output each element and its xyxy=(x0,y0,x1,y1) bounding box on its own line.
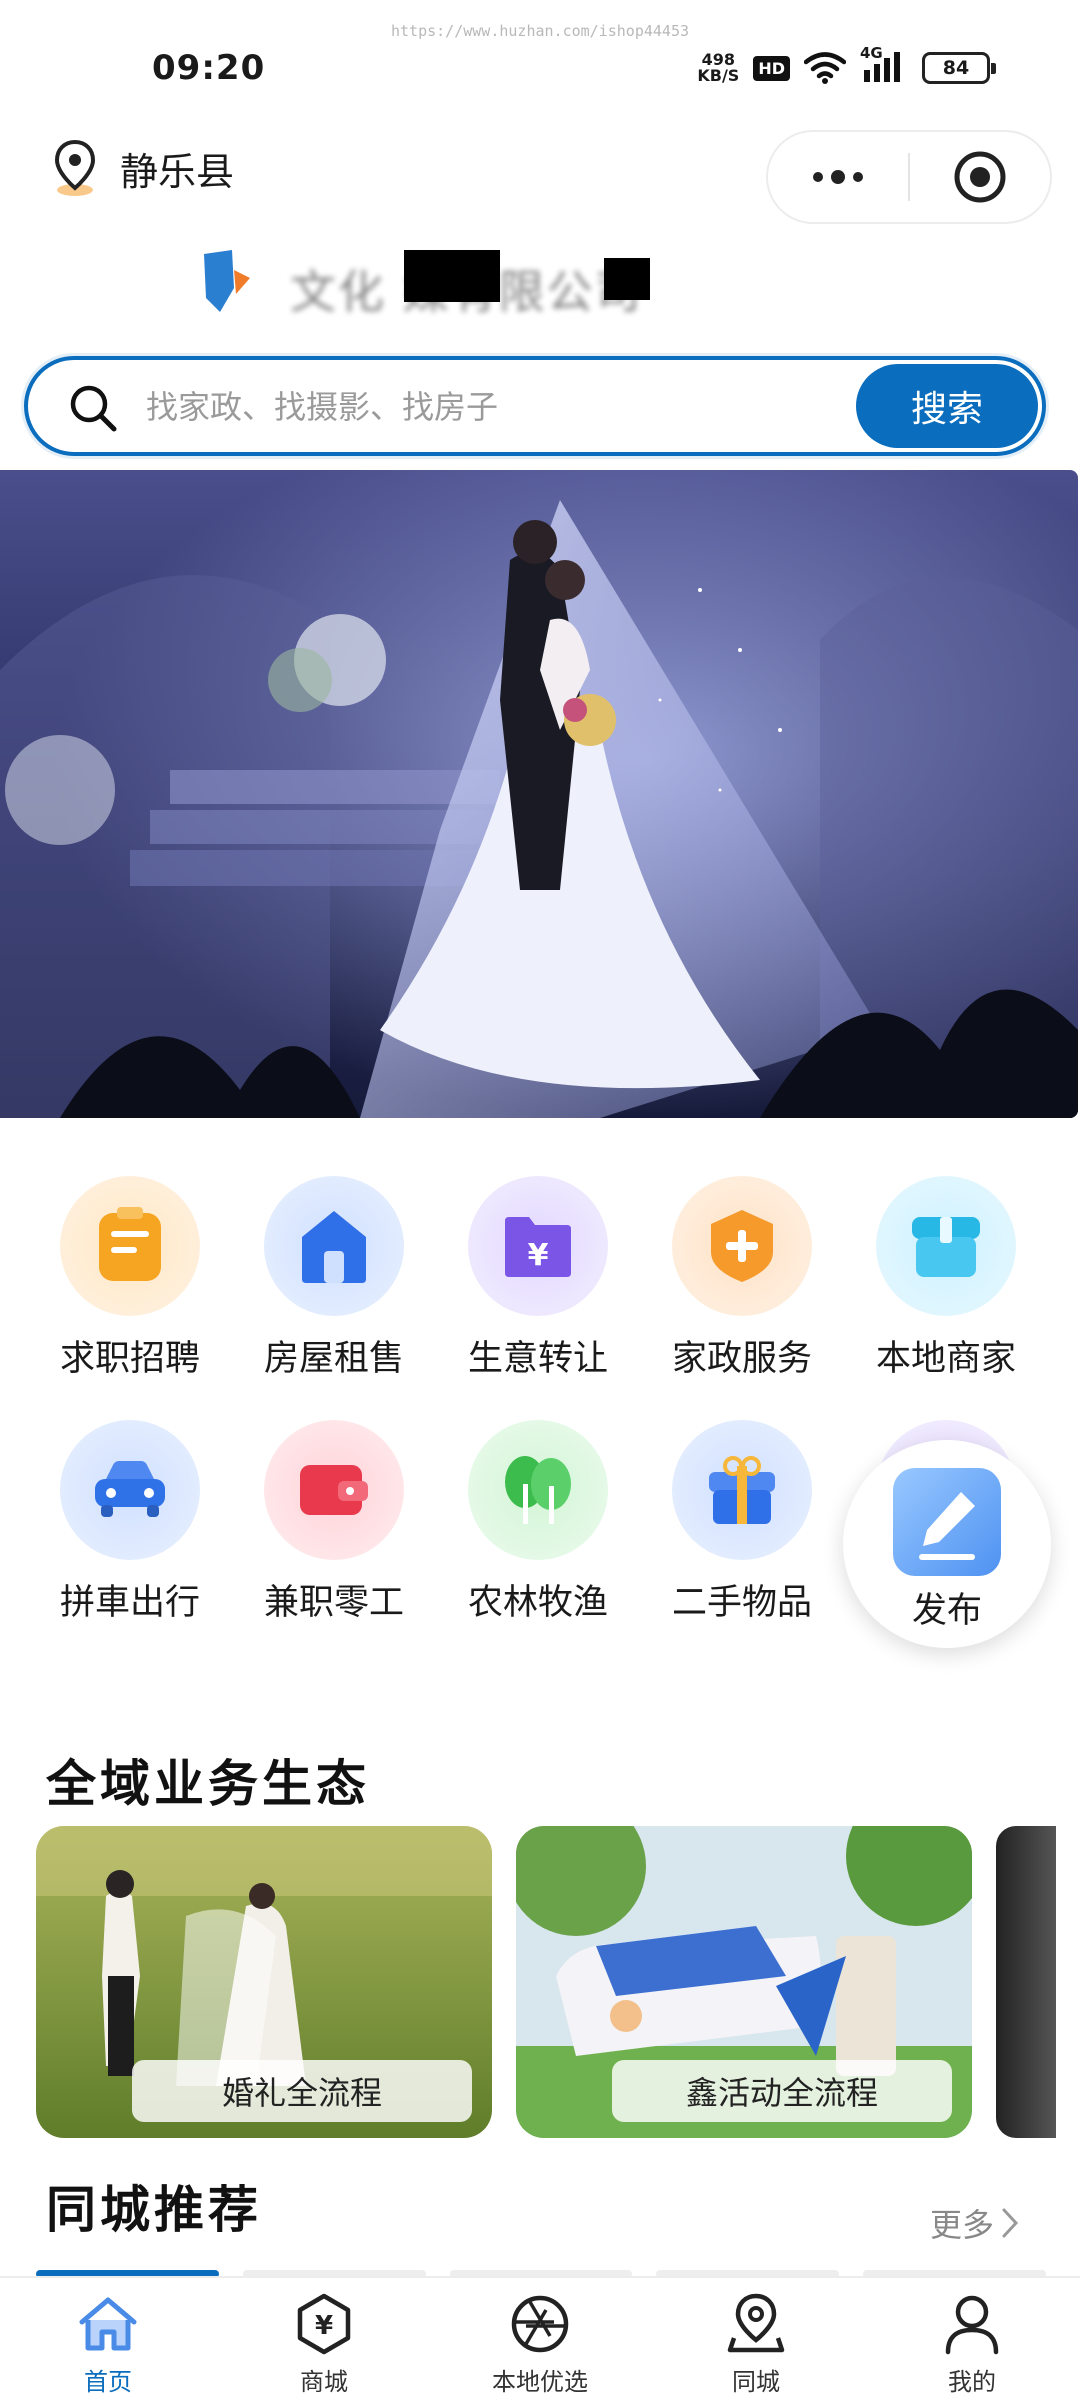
clipboard-icon xyxy=(60,1176,200,1316)
partial-card-image xyxy=(996,1826,1056,2138)
net-speed: 498 KB/S xyxy=(697,52,739,84)
cellular-signal: 4G xyxy=(860,44,908,86)
mini-program-capsule xyxy=(766,130,1052,224)
nav-local-picks[interactable]: 本地优选 xyxy=(432,2278,648,2400)
status-time: 09:20 xyxy=(152,48,266,88)
search-button[interactable]: 搜索 xyxy=(856,364,1038,448)
more-link[interactable]: 更多 xyxy=(930,2200,1020,2246)
header: 静乐县 xyxy=(0,130,1080,224)
location-selector[interactable]: 静乐县 xyxy=(52,138,234,198)
ecosystem-card-label: 婚礼全流程 xyxy=(132,2060,472,2122)
company-name-strip: 文化 媒有限公司 xyxy=(0,248,1080,319)
ecosystem-card-partial[interactable] xyxy=(996,1826,1056,2138)
shop-box-icon xyxy=(876,1176,1016,1316)
search-bar: 搜索 xyxy=(24,356,1046,456)
category-label: 本地商家 xyxy=(875,1339,1016,1379)
more-label: 更多 xyxy=(929,2206,994,2244)
category-job-recruit[interactable]: 求职招聘 xyxy=(0,1172,204,1379)
map-pin-icon xyxy=(727,2293,785,2353)
nav-label: 我的 xyxy=(948,2368,996,2396)
wifi-icon xyxy=(804,52,846,84)
battery-indicator: 84 xyxy=(922,52,996,84)
category-house-rent[interactable]: 房屋租售 xyxy=(204,1172,408,1379)
search-icon xyxy=(70,385,117,432)
publish-button[interactable]: 发布 xyxy=(843,1440,1051,1648)
ecosystem-card-event[interactable]: 鑫活动全流程 xyxy=(516,1826,972,2138)
signal-bars-icon xyxy=(864,52,900,82)
banner-image xyxy=(0,470,1078,1118)
aperture-icon xyxy=(511,2295,569,2353)
car-icon xyxy=(60,1420,200,1560)
nav-same-city[interactable]: 同城 xyxy=(648,2278,864,2400)
house-icon xyxy=(264,1176,404,1316)
net-speed-unit: KB/S xyxy=(697,66,740,85)
gift-icon xyxy=(672,1420,812,1560)
category-carpool[interactable]: 拼車出行 xyxy=(0,1416,204,1623)
plus-shield-icon xyxy=(672,1176,812,1316)
status-indicators: 498 KB/S HD 4G 84 xyxy=(697,44,996,86)
chevron-right-icon xyxy=(1002,2208,1019,2238)
nav-mine[interactable]: 我的 xyxy=(864,2278,1080,2400)
bottom-nav: 首页 ¥ 商城 本地优选 同城 我的 xyxy=(0,2276,1080,2400)
ecosystem-card-wedding[interactable]: 婚礼全流程 xyxy=(36,1826,492,2138)
nav-home[interactable]: 首页 xyxy=(0,2278,216,2400)
recommend-title: 同城推荐 xyxy=(46,2181,262,2239)
wallet-icon xyxy=(264,1420,404,1560)
publish-label: 发布 xyxy=(911,1591,982,1631)
yen-hexagon-icon: ¥ xyxy=(297,2293,351,2355)
category-second-hand[interactable]: 二手物品 xyxy=(612,1416,816,1623)
nav-label: 商城 xyxy=(300,2368,348,2396)
home-icon xyxy=(79,2297,137,2351)
more-dots-icon xyxy=(813,170,863,184)
location-pin-icon xyxy=(54,139,96,196)
close-mini-program-button[interactable] xyxy=(910,132,1050,222)
nav-label: 本地优选 xyxy=(492,2368,588,2396)
svg-text:¥: ¥ xyxy=(315,2311,333,2341)
ecosystem-title: 全域业务生态 xyxy=(46,1755,370,1813)
watermark-url: https://www.huzhan.com/ishop44453 xyxy=(390,22,689,40)
category-business-transfer[interactable]: ¥ 生意转让 xyxy=(408,1172,612,1379)
nav-mall[interactable]: ¥ 商城 xyxy=(216,2278,432,2400)
category-agriculture[interactable]: 农林牧渔 xyxy=(408,1416,612,1623)
yen-folder-icon: ¥ xyxy=(468,1176,608,1316)
svg-text:¥: ¥ xyxy=(528,1238,549,1273)
tree-icon xyxy=(468,1420,608,1560)
redaction-block xyxy=(604,258,650,300)
banner-carousel[interactable] xyxy=(0,470,1078,1118)
user-icon xyxy=(945,2295,999,2355)
nav-label: 同城 xyxy=(732,2368,780,2396)
location-name: 静乐县 xyxy=(120,149,235,194)
status-bar: https://www.huzhan.com/ishop44453 09:20 … xyxy=(0,0,1080,120)
nav-label: 首页 xyxy=(84,2368,132,2396)
company-logo xyxy=(204,250,250,312)
search-input[interactable] xyxy=(146,382,866,432)
edit-icon xyxy=(893,1468,1001,1576)
target-circle-icon xyxy=(954,151,1006,203)
hd-badge: HD xyxy=(753,55,790,81)
category-housekeeping[interactable]: 家政服务 xyxy=(612,1172,816,1379)
category-local-merchant[interactable]: 本地商家 xyxy=(816,1172,1020,1379)
redaction-block xyxy=(404,250,500,302)
category-part-time[interactable]: 兼职零工 xyxy=(204,1416,408,1623)
ecosystem-card-label: 鑫活动全流程 xyxy=(612,2060,952,2122)
more-menu-button[interactable] xyxy=(768,132,908,222)
